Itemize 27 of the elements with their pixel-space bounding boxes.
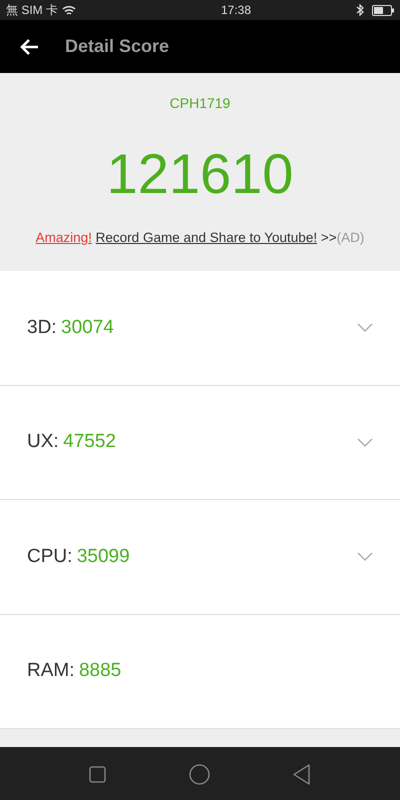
score-row[interactable]: CPU: 35099	[0, 500, 400, 614]
home-icon[interactable]	[188, 764, 210, 784]
score-label: RAM:	[27, 660, 74, 681]
ad-highlight-link[interactable]: Amazing!	[36, 230, 92, 245]
ad-tag: (AD)	[336, 230, 364, 245]
clock-time: 17:38	[220, 2, 252, 19]
screen-title: Detail Score	[65, 35, 170, 58]
bluetooth-icon	[356, 4, 364, 16]
score-label: UX:	[27, 431, 59, 452]
wifi-icon	[62, 4, 76, 16]
device-name: CPH1719	[170, 94, 230, 113]
score-label: CPU:	[27, 546, 72, 566]
score-row[interactable]: UX: 47552	[0, 386, 400, 500]
score-value: 8885	[78, 660, 122, 681]
carrier-text: 無 SIM 卡	[6, 2, 58, 19]
score-value: 35099	[76, 546, 130, 566]
score-label: 3D:	[27, 316, 57, 338]
arrows-text: >>	[320, 230, 337, 245]
back-icon[interactable]	[292, 764, 311, 784]
score-row[interactable]: 3D: 30074	[0, 271, 400, 386]
back-arrow-icon[interactable]	[19, 38, 39, 56]
battery-icon	[372, 4, 394, 16]
recents-icon[interactable]	[89, 766, 106, 782]
ad-link[interactable]: Record Game and Share to Youtube!	[96, 230, 318, 245]
score-value: 30074	[61, 316, 114, 338]
total-score: 121610	[106, 146, 294, 202]
score-value: 47552	[63, 431, 116, 452]
